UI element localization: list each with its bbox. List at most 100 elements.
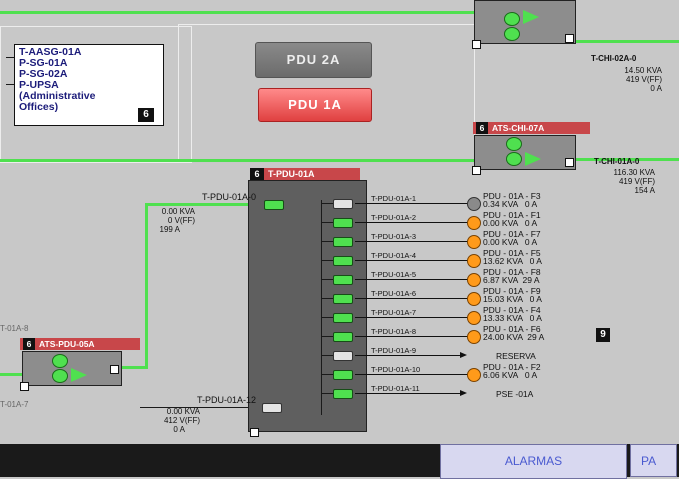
circuit-status-dot[interactable] [467, 273, 481, 287]
circuit-label: T-PDU-01A-9 [371, 346, 417, 355]
circuit-tap [321, 203, 333, 204]
circuit-label: T-PDU-01A-10 [371, 365, 421, 374]
circuit-value: 0.00 KVA 0 A [483, 237, 538, 247]
feed-left-out [0, 373, 22, 376]
circuit-value: 24.00 KVA 29 A [483, 332, 545, 342]
circuit-value: 13.33 KVA 0 A [483, 313, 542, 323]
pdu-in-a: 199 A [159, 225, 180, 234]
circuit-breaker[interactable] [333, 313, 353, 323]
note-tick-1 [6, 57, 14, 58]
ats-chi-title: ATS-CHI-07A [492, 123, 545, 133]
circuit-breaker[interactable] [333, 199, 353, 209]
pdu-in-v: 0 V(FF) [167, 216, 195, 225]
circuit-label: T-PDU-01A-11 [371, 384, 420, 393]
pdu-2a-button[interactable]: PDU 2A [255, 42, 372, 78]
pdu-in-label: T-PDU-01A-0 [201, 192, 256, 202]
circuit-breaker[interactable] [333, 237, 353, 247]
pdu-in-kva: 0.00 KVA [161, 207, 195, 216]
circuit-status-dot[interactable] [467, 330, 481, 344]
pdu-in2-kva: 0.00 KVA [166, 407, 200, 416]
circuit-line [355, 203, 475, 204]
circuit-value: 13.62 KVA 0 A [483, 256, 542, 266]
circuit-value: 0.34 KVA 0 A [483, 199, 538, 209]
pdu-busbar [321, 200, 322, 415]
circuit-breaker[interactable] [333, 275, 353, 285]
pdu-in2-v: 412 V(FF) [163, 416, 200, 425]
circuit-value: 15.03 KVA 0 A [483, 294, 542, 304]
left-label-b: T-01A-7 [0, 400, 29, 409]
circuit-status-dot[interactable] [467, 197, 481, 211]
tchi01-v: 419 V(FF) [618, 177, 655, 186]
bus-mid [0, 159, 475, 162]
alarmas-tab[interactable]: ALARMAS [440, 444, 627, 479]
ats-pdu-header: 6 ATS-PDU-05A [20, 338, 140, 350]
circuit-label: T-PDU-01A-6 [371, 289, 417, 298]
ats-pdu-switch-2[interactable] [52, 369, 68, 383]
circuit-line [355, 241, 475, 242]
tchi02-kva: 14.50 KVA [624, 66, 662, 75]
circuit-tap [321, 336, 333, 337]
ats-top-port [565, 34, 574, 43]
ats-pdu-switch-1[interactable] [52, 354, 68, 368]
ats-pdu-corner [20, 382, 29, 391]
circuit-line [355, 260, 475, 261]
circuit-line [355, 279, 475, 280]
circuit-status-dot[interactable] [467, 254, 481, 268]
circuit-label: T-PDU-01A-4 [371, 251, 417, 260]
next-tab[interactable]: PA [630, 444, 677, 477]
bus-top-right [575, 40, 679, 43]
ats-pdu-title: ATS-PDU-05A [39, 339, 95, 349]
circuit-breaker[interactable] [333, 351, 353, 361]
circuit-status-dot[interactable] [467, 216, 481, 230]
circuit-arrow [460, 390, 467, 396]
circuit-tap [321, 298, 333, 299]
circuit-line [355, 317, 475, 318]
circuit-status-dot[interactable] [467, 311, 481, 325]
ats-chi-arrow [525, 152, 541, 166]
ats-top-switch-1[interactable] [504, 12, 520, 26]
circuit-label: T-PDU-01A-5 [371, 270, 417, 279]
ats-pdu-num: 6 [23, 338, 35, 350]
circuit-label: T-PDU-01A-1 [371, 194, 417, 203]
left-label-a: T-01A-8 [0, 324, 29, 333]
circuit-status-dot[interactable] [467, 368, 481, 382]
circuit-tap [321, 279, 333, 280]
circuit-arrow [460, 352, 467, 358]
ats-chi-port [565, 158, 574, 167]
circuit-value: 6.87 KVA 29 A [483, 275, 540, 285]
circuit-breaker[interactable] [333, 370, 353, 380]
circuit-breaker[interactable] [333, 218, 353, 228]
circuit-status-dot[interactable] [467, 235, 481, 249]
circuit-line [355, 393, 463, 394]
note-badge: 6 [138, 108, 154, 122]
feed-ats-right [120, 366, 148, 369]
pdu-in-breaker[interactable] [264, 200, 284, 210]
circuit-breaker[interactable] [333, 256, 353, 266]
ats-chi-num: 6 [476, 122, 488, 134]
circuit-label: T-PDU-01A-3 [371, 232, 417, 241]
note-tick-2 [6, 84, 14, 85]
section-badge: 9 [596, 328, 610, 342]
ats-chi-switch-2[interactable] [506, 152, 522, 166]
tchi01-label: T-CHI-01A-0 [594, 157, 640, 166]
circuit-line [355, 355, 463, 356]
circuit-line [355, 298, 475, 299]
circuit-tap [321, 260, 333, 261]
ats-pdu-port [110, 365, 119, 374]
circuit-status-dot[interactable] [467, 292, 481, 306]
ats-top-arrow [523, 10, 539, 24]
circuit-value: 6.06 KVA 0 A [483, 370, 538, 380]
tchi02-v: 419 V(FF) [625, 75, 662, 84]
pdu-1a-button[interactable]: PDU 1A [258, 88, 372, 122]
ats-chi-switch-1[interactable] [506, 137, 522, 151]
circuit-label: T-PDU-01A-8 [371, 327, 417, 336]
circuit-line [355, 336, 475, 337]
circuit-breaker[interactable] [333, 389, 353, 399]
pdu-in2-label: T-PDU-01A-12 [196, 395, 256, 405]
circuit-breaker[interactable] [333, 332, 353, 342]
circuit-tap [321, 374, 333, 375]
circuit-breaker[interactable] [333, 294, 353, 304]
pdu-in2-a: 0 A [173, 425, 185, 434]
pdu-in2-breaker[interactable] [262, 403, 282, 413]
ats-top-switch-2[interactable] [504, 27, 520, 41]
